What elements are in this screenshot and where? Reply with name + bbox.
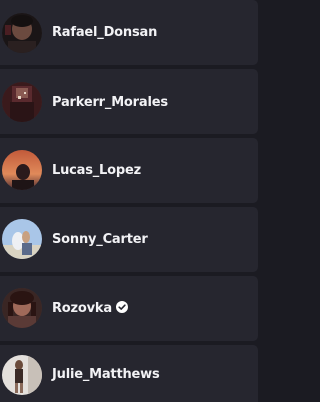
- user-row-parkerr-morales[interactable]: Parkerr_Morales: [0, 69, 258, 134]
- user-name: Sonny_Carter: [52, 232, 148, 247]
- user-row-sonny-carter[interactable]: Sonny_Carter: [0, 207, 258, 272]
- user-name: Rafael_Donsan: [52, 25, 158, 40]
- user-name: Lucas_Lopez: [52, 163, 141, 178]
- user-name-text: Rozovka: [52, 301, 112, 316]
- avatar: [2, 13, 42, 53]
- avatar: [2, 82, 42, 122]
- avatar: [2, 355, 42, 395]
- user-row-rozovka[interactable]: Rozovka: [0, 276, 258, 341]
- user-row-rafael-donsan[interactable]: Rafael_Donsan: [0, 0, 258, 65]
- avatar: [2, 219, 42, 259]
- user-name: Julie_Matthews: [52, 367, 160, 382]
- user-row-lucas-lopez[interactable]: Lucas_Lopez: [0, 138, 258, 203]
- avatar: [2, 288, 42, 328]
- verified-check-icon: [115, 301, 128, 313]
- user-list: Rafael_Donsan Parkerr_Morales Lucas_Lope…: [0, 0, 261, 402]
- user-name: Rozovka: [52, 301, 128, 317]
- avatar: [2, 150, 42, 190]
- user-name: Parkerr_Morales: [52, 95, 168, 110]
- user-row-julie-matthews[interactable]: Julie_Matthews: [0, 345, 258, 402]
